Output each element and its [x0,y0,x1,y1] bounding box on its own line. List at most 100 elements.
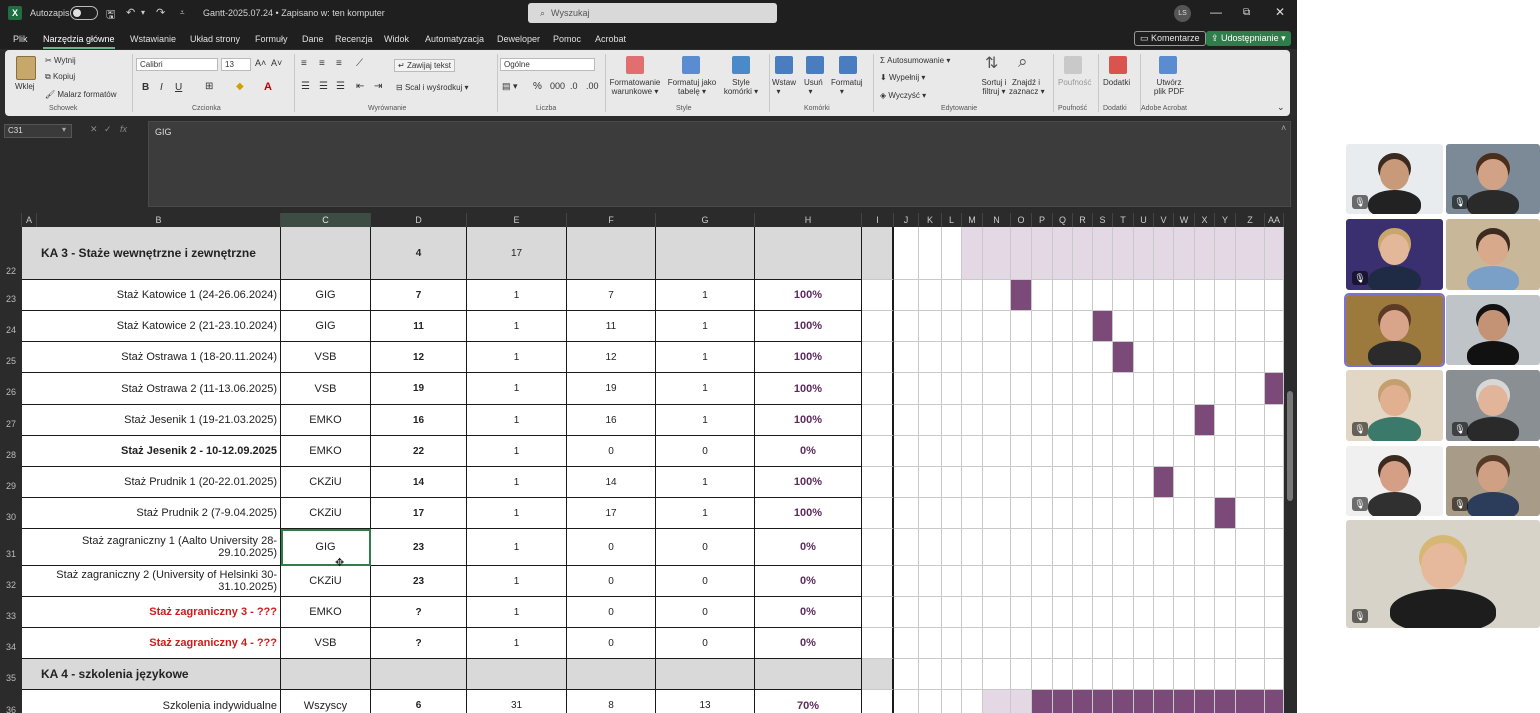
tab-recenzja[interactable]: Recenzja [335,34,373,44]
gantt-cell[interactable] [919,566,942,597]
participant-video-tile[interactable]: 🎙 [1346,370,1443,441]
gantt-cell[interactable] [1215,628,1236,659]
format-painter-button[interactable]: 🖌 Malarz formatów [45,90,117,99]
gantt-cell[interactable] [1011,373,1032,405]
align-middle-icon[interactable]: ≡ [319,58,325,69]
gantt-cell[interactable] [1073,311,1093,342]
gantt-cell[interactable] [962,342,983,373]
gantt-cell[interactable] [1093,280,1113,311]
partner-cell[interactable]: VSB [281,373,371,405]
autosum-button[interactable]: Σ Autosumowanie ▾ [880,56,950,65]
gantt-cell[interactable] [1032,280,1053,311]
progress-cell[interactable]: 16 [567,405,656,436]
gantt-cell[interactable] [1265,280,1284,311]
share-button[interactable]: ⇪ Udostępnianie ▾ [1206,31,1291,46]
partner-cell[interactable]: GIG [281,529,371,566]
gantt-cell[interactable] [894,342,919,373]
gantt-cell[interactable] [1215,566,1236,597]
gantt-cell[interactable] [1011,280,1032,311]
gantt-cell[interactable] [983,659,1011,690]
gantt-cell[interactable] [1265,690,1284,713]
borders-icon[interactable]: ⊞ [205,81,213,92]
gantt-cell[interactable] [1236,529,1265,566]
cell-a[interactable] [22,405,37,436]
gantt-cell[interactable] [1154,566,1174,597]
done-cell[interactable]: 0 [656,566,755,597]
gantt-cell[interactable] [1113,628,1134,659]
done-cell[interactable]: 0 [656,436,755,467]
gantt-cell[interactable] [1011,659,1032,690]
gantt-cell[interactable] [862,405,894,436]
cut-button[interactable]: ✂ Wytnij [45,56,76,65]
gantt-cell[interactable] [1032,373,1053,405]
gantt-cell[interactable] [962,529,983,566]
gantt-cell[interactable] [1093,690,1113,713]
gantt-cell[interactable] [1053,566,1073,597]
gantt-cell[interactable] [862,566,894,597]
gantt-cell[interactable] [894,498,919,529]
gantt-cell[interactable] [919,498,942,529]
wrap-text-button[interactable]: ↵ Zawijaj tekst [394,59,455,72]
gantt-cell[interactable] [1093,628,1113,659]
gantt-cell[interactable] [1073,498,1093,529]
start-cell[interactable]: 4 [371,227,467,280]
align-right-icon[interactable]: ☰ [336,81,345,92]
participant-video-tile[interactable]: 🎙 [1446,144,1540,214]
gantt-cell[interactable] [1154,467,1174,498]
gantt-cell[interactable] [962,405,983,436]
partner-cell[interactable]: EMKO [281,405,371,436]
gantt-cell[interactable] [1053,690,1073,713]
progress-cell[interactable]: 0 [567,529,656,566]
duration-cell[interactable]: 1 [467,628,567,659]
partner-cell[interactable]: CKZiU [281,566,371,597]
gantt-cell[interactable] [1073,280,1093,311]
percent-cell[interactable]: 100% [755,467,862,498]
gantt-cell[interactable] [1174,405,1195,436]
gantt-cell[interactable] [1011,690,1032,713]
gantt-cell[interactable] [942,280,962,311]
start-cell[interactable]: 16 [371,405,467,436]
gantt-cell[interactable] [1093,498,1113,529]
gantt-cell[interactable] [1134,342,1154,373]
gantt-cell[interactable] [1113,373,1134,405]
percent-icon[interactable]: % [533,81,542,92]
column-header-j[interactable]: J [894,213,919,227]
confirm-formula-icon[interactable]: ✓ [104,124,112,135]
duration-cell[interactable]: 1 [467,566,567,597]
percent-cell[interactable]: 100% [755,405,862,436]
start-cell[interactable]: 17 [371,498,467,529]
sort-filter-button[interactable]: Sortuj i filtruj ▾ [978,78,1010,96]
gantt-cell[interactable] [962,436,983,467]
gantt-cell[interactable] [1265,227,1284,280]
gantt-cell[interactable] [1265,566,1284,597]
gantt-cell[interactable] [1093,227,1113,280]
participant-video-tile[interactable]: 🎙 [1346,520,1540,628]
gantt-cell[interactable] [1195,280,1215,311]
gantt-cell[interactable] [1053,467,1073,498]
column-header-u[interactable]: U [1134,213,1154,227]
gantt-cell[interactable] [1154,227,1174,280]
gantt-cell[interactable] [862,311,894,342]
progress-cell[interactable]: 0 [567,566,656,597]
gantt-cell[interactable] [1195,659,1215,690]
undo-icon[interactable]: ↶ [126,6,135,19]
percent-cell[interactable] [755,659,862,690]
percent-cell[interactable]: 100% [755,311,862,342]
cell-styles-button[interactable]: Style komórki ▾ [721,78,761,96]
gantt-cell[interactable] [919,436,942,467]
done-cell[interactable]: 1 [656,342,755,373]
gantt-cell[interactable] [862,373,894,405]
partner-cell[interactable]: EMKO [281,436,371,467]
start-cell[interactable] [371,659,467,690]
gantt-cell[interactable] [919,690,942,713]
gantt-cell[interactable] [894,436,919,467]
gantt-cell[interactable] [1236,373,1265,405]
gantt-cell[interactable] [1011,405,1032,436]
row-header[interactable]: 31 [0,549,22,559]
conditional-formatting-button[interactable]: Formatowanie warunkowe ▾ [609,78,661,96]
gantt-cell[interactable] [983,690,1011,713]
column-header-n[interactable]: N [983,213,1011,227]
cell-a[interactable] [22,311,37,342]
gantt-cell[interactable] [962,659,983,690]
start-cell[interactable]: 11 [371,311,467,342]
